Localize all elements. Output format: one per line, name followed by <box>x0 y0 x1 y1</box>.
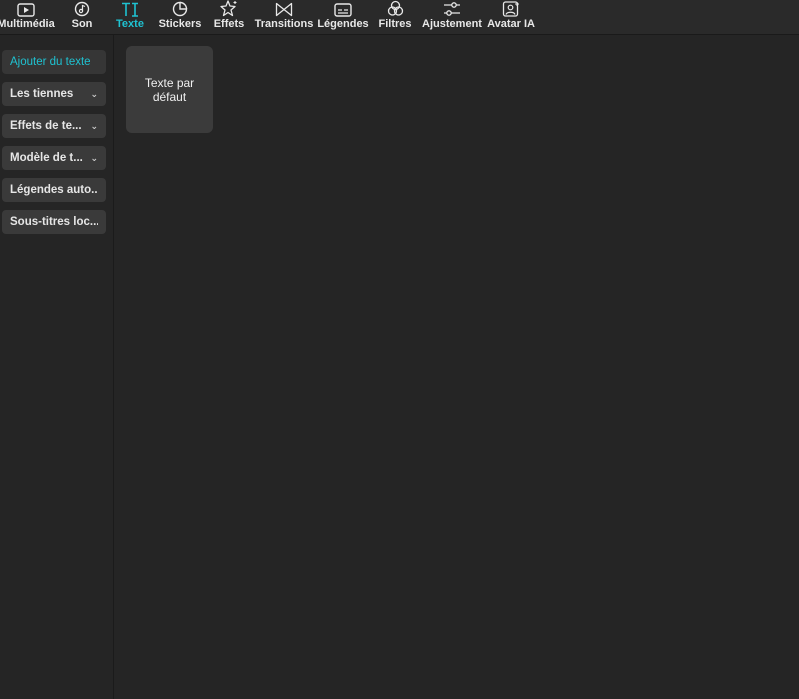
sidebar-item-label: Sous-titres loc... <box>10 216 98 228</box>
adjust-icon <box>443 0 461 17</box>
tab-label: Texte <box>116 18 144 30</box>
sidebar-item-modele-de-texte[interactable]: Modèle de t... ⌄ <box>2 146 106 170</box>
tab-effets[interactable]: Effets <box>213 0 245 34</box>
tab-ajustement[interactable]: Ajustement <box>422 0 482 34</box>
media-icon <box>17 0 35 17</box>
tab-transitions[interactable]: Transitions <box>254 0 314 34</box>
sidebar-item-effets-de-texte[interactable]: Effets de te... ⌄ <box>2 114 106 138</box>
sticker-icon <box>172 0 188 17</box>
tab-son[interactable]: Son <box>68 0 96 34</box>
tab-stickers[interactable]: Stickers <box>158 0 202 34</box>
sidebar-item-label: Ajouter du texte <box>10 56 91 68</box>
tab-label: Transitions <box>254 18 314 30</box>
tab-label: Avatar IA <box>487 18 535 30</box>
tab-multimedia[interactable]: Multimédia <box>0 0 55 34</box>
filters-icon <box>387 0 404 17</box>
default-text-card[interactable]: Texte par défaut <box>126 46 213 133</box>
tab-label: Effets <box>213 18 245 30</box>
effects-icon <box>220 0 238 17</box>
text-preset-panel: Texte par défaut <box>115 35 799 699</box>
tab-legendes[interactable]: Légendes <box>317 0 369 34</box>
tab-label: Multimédia <box>0 18 55 30</box>
sidebar-item-ajouter-du-texte[interactable]: Ajouter du texte <box>2 50 106 74</box>
text-category-sidebar: Ajouter du texte Les tiennes ⌄ Effets de… <box>0 35 114 699</box>
sidebar-item-label: Modèle de t... <box>10 152 83 164</box>
chevron-down-icon: ⌄ <box>90 120 98 131</box>
tab-label: Légendes <box>317 18 369 30</box>
chevron-down-icon: ⌄ <box>90 152 98 163</box>
music-icon <box>74 0 90 17</box>
sidebar-item-les-tiennes[interactable]: Les tiennes ⌄ <box>2 82 106 106</box>
sidebar-item-label: Les tiennes <box>10 88 74 100</box>
sidebar-item-label: Légendes auto... <box>10 184 98 196</box>
captions-icon <box>334 0 352 17</box>
tab-filtres[interactable]: Filtres <box>378 0 412 34</box>
tab-label: Son <box>71 18 93 30</box>
tab-label: Filtres <box>378 18 412 30</box>
editor-window: Multimédia Son Texte Stickers Effets Tra… <box>0 0 799 699</box>
tab-label: Stickers <box>158 18 202 30</box>
sidebar-item-legendes-auto[interactable]: Légendes auto... <box>2 178 106 202</box>
tab-avatar-ia[interactable]: Avatar IA <box>487 0 535 34</box>
top-toolbar: Multimédia Son Texte Stickers Effets Tra… <box>0 0 799 35</box>
tab-label: Ajustement <box>422 18 482 30</box>
chevron-down-icon: ⌄ <box>90 88 98 99</box>
tab-texte[interactable]: Texte <box>114 0 146 34</box>
sidebar-item-sous-titres-locaux[interactable]: Sous-titres loc... <box>2 210 106 234</box>
sidebar-item-label: Effets de te... <box>10 120 82 132</box>
transition-icon <box>275 0 293 17</box>
card-label: Texte par défaut <box>144 75 195 104</box>
text-icon <box>121 0 139 17</box>
avatar-icon <box>502 0 520 17</box>
